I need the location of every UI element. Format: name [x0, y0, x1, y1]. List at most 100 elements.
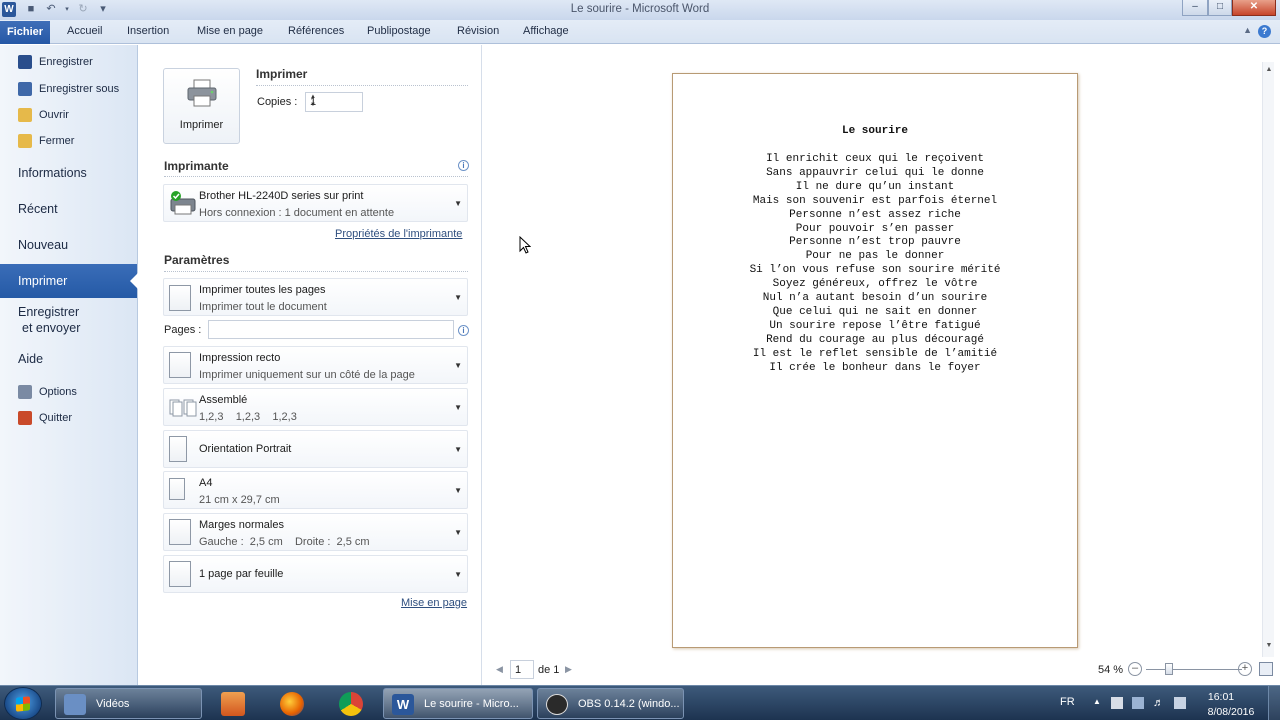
show-hidden-icons[interactable]: ▲	[1093, 697, 1105, 709]
tab-mise-en-page[interactable]: Mise en page	[197, 25, 263, 37]
taskbar-office-pin[interactable]	[206, 688, 258, 719]
stepper-up-icon[interactable]: ▲	[310, 94, 359, 100]
margins-dropdown[interactable]: Marges normales Gauche : 2,5 cm Droite :…	[163, 513, 468, 551]
tab-fichier[interactable]: Fichier	[0, 21, 50, 44]
zoom-in-icon[interactable]: +	[1238, 662, 1252, 676]
document-line: Il est le reflet sensible de l’amitié	[752, 347, 998, 360]
preview-navigation: ◀ 1 de 1 ▶ 54 % – +	[483, 657, 1280, 685]
print-sides-dropdown[interactable]: Impression recto Imprimer uniquement sur…	[163, 346, 468, 384]
page-number-input[interactable]: 1	[510, 660, 534, 679]
zoom-slider-thumb[interactable]	[1165, 663, 1173, 675]
tab-insertion[interactable]: Insertion	[127, 25, 169, 37]
collation-dropdown[interactable]: Assemblé 1,2,3 1,2,3 1,2,3 ▼	[163, 388, 468, 426]
nav-label: Imprimer	[18, 274, 68, 288]
window-title: Le sourire - Microsoft Word	[570, 3, 710, 15]
print-button[interactable]: Imprimer	[163, 68, 240, 144]
clock-date[interactable]: 8/08/2016	[1198, 706, 1264, 718]
copies-label: Copies :	[257, 96, 298, 108]
print-range-dropdown[interactable]: Imprimer toutes les pages Imprimer tout …	[163, 278, 468, 316]
pages-per-sheet-icon	[169, 561, 191, 587]
setting-title: A4	[199, 477, 213, 489]
backstage-nav: Enregistrer Enregistrer sous Ouvrir Ferm…	[0, 45, 138, 685]
nav-quitter[interactable]: Quitter	[18, 409, 72, 427]
help-icon[interactable]: ?	[1258, 25, 1271, 38]
chevron-down-icon: ▼	[454, 403, 462, 412]
info-icon[interactable]: i	[458, 325, 469, 336]
office-icon	[221, 692, 245, 716]
chevron-down-icon: ▼	[454, 361, 462, 370]
printer-properties-link[interactable]: Propriétés de l'imprimante	[335, 228, 462, 240]
taskbar-chrome-pin[interactable]	[324, 688, 376, 719]
pages-input[interactable]	[208, 320, 454, 339]
next-page-icon[interactable]: ▶	[565, 664, 572, 675]
taskbar-label: OBS 0.14.2 (windo...	[578, 698, 680, 710]
nav-enregistrer-sous[interactable]: Enregistrer sous	[18, 80, 119, 98]
obs-icon	[546, 694, 568, 715]
device-icon[interactable]	[1174, 697, 1186, 709]
scroll-up-icon[interactable]: ▲	[1264, 66, 1274, 78]
setting-subtitle: Imprimer uniquement sur un côté de la pa…	[199, 369, 415, 381]
mouse-cursor-icon	[519, 236, 531, 254]
nav-fermer[interactable]: Fermer	[18, 132, 74, 150]
setting-subtitle: 21 cm x 29,7 cm	[199, 494, 280, 506]
paper-size-dropdown[interactable]: A4 21 cm x 29,7 cm ▼	[163, 471, 468, 509]
portrait-icon	[169, 436, 187, 462]
action-center-icon[interactable]	[1111, 697, 1123, 709]
start-button[interactable]	[4, 687, 42, 720]
document-line: Personne n’est assez riche	[789, 208, 961, 221]
chrome-icon	[339, 692, 363, 716]
info-icon[interactable]: i	[458, 160, 469, 171]
nav-enregistrer[interactable]: Enregistrer	[18, 53, 93, 71]
language-indicator[interactable]: FR	[1060, 696, 1075, 708]
zoom-out-icon[interactable]: –	[1128, 662, 1142, 676]
nav-options[interactable]: Options	[18, 383, 77, 401]
setting-title: Orientation Portrait	[199, 443, 292, 455]
divider	[164, 176, 468, 177]
previous-page-icon[interactable]: ◀	[496, 664, 503, 675]
folder-open-icon	[18, 108, 32, 122]
copies-stepper[interactable]: 1 ▲ ▼	[305, 92, 363, 112]
zoom-to-page-icon[interactable]	[1259, 662, 1273, 676]
orientation-dropdown[interactable]: Orientation Portrait ▼	[163, 430, 468, 468]
show-desktop-button[interactable]	[1268, 686, 1280, 720]
tab-publipostage[interactable]: Publipostage	[367, 25, 431, 37]
pages-per-sheet-dropdown[interactable]: 1 page par feuille ▼	[163, 555, 468, 593]
nav-label: et envoyer	[22, 321, 81, 335]
taskbar-obs[interactable]: OBS 0.14.2 (windo...	[537, 688, 684, 719]
restore-button[interactable]: □	[1208, 0, 1232, 16]
scroll-down-icon[interactable]: ▼	[1264, 642, 1274, 654]
minimize-button[interactable]: –	[1182, 0, 1208, 16]
zoom-slider[interactable]	[1146, 669, 1242, 670]
taskbar-word[interactable]: W Le sourire - Micro...	[383, 688, 533, 719]
preview-scrollbar[interactable]: ▲ ▼	[1262, 62, 1274, 658]
print-settings-panel: Imprimer Imprimer Copies : 1 ▲ ▼ Imprima…	[138, 45, 482, 685]
nav-enregistrer-et-envoyer[interactable]: Enregistrer et envoyer	[18, 305, 80, 335]
nav-ouvrir[interactable]: Ouvrir	[18, 106, 69, 124]
nav-aide[interactable]: Aide	[18, 352, 43, 366]
stepper-down-icon[interactable]: ▼	[310, 102, 359, 108]
clock-time[interactable]: 16:01	[1198, 691, 1244, 703]
printer-dropdown[interactable]: Brother HL-2240D series sur print Hors c…	[163, 184, 468, 222]
nav-imprimer[interactable]: Imprimer	[0, 264, 138, 298]
ribbon-minimize-icon[interactable]: ▲	[1243, 25, 1252, 35]
one-sided-icon	[169, 352, 191, 378]
nav-nouveau[interactable]: Nouveau	[18, 238, 68, 252]
close-button[interactable]: ✕	[1232, 0, 1276, 16]
document-line: Il enrichit ceux qui le reçoivent	[766, 153, 984, 165]
zoom-level[interactable]: 54 %	[1098, 664, 1123, 676]
tab-references[interactable]: Références	[288, 25, 344, 37]
document-line: Mais son souvenir est parfois éternel	[752, 194, 998, 207]
taskbar-label: Le sourire - Micro...	[424, 698, 519, 710]
page-setup-link[interactable]: Mise en page	[401, 597, 467, 609]
tab-accueil[interactable]: Accueil	[67, 25, 102, 37]
chevron-down-icon: ▼	[454, 486, 462, 495]
nav-recent[interactable]: Récent	[18, 202, 58, 216]
tab-revision[interactable]: Révision	[457, 25, 499, 37]
document-line: Personne n’est trop pauvre	[789, 236, 961, 249]
tab-affichage[interactable]: Affichage	[523, 25, 569, 37]
taskbar-videos[interactable]: Vidéos	[55, 688, 202, 719]
nav-informations[interactable]: Informations	[18, 166, 87, 180]
network-icon[interactable]	[1132, 697, 1144, 709]
volume-icon[interactable]: ♬	[1153, 697, 1165, 709]
taskbar-firefox-pin[interactable]	[265, 688, 317, 719]
